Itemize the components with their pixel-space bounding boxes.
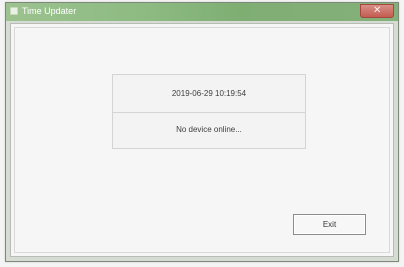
close-button[interactable]: ✕ [360,4,394,18]
client-area: 2019-06-29 10:19:54 No device online... … [10,23,394,257]
device-status-message: No device online... [176,125,242,134]
datetime-display: 2019-06-29 10:19:54 [112,74,306,114]
exit-button[interactable]: Exit [293,214,366,235]
datetime-value: 2019-06-29 10:19:54 [171,89,247,98]
app-icon [10,7,18,15]
device-status-display: No device online... [112,112,306,149]
close-icon: ✕ [373,5,382,16]
window-title: Time Updater [22,6,77,16]
exit-button-label: Exit [322,220,337,229]
app-window: Time Updater ✕ 2019-06-29 10:19:54 No de… [5,2,399,262]
title-bar[interactable]: Time Updater ✕ [6,3,398,21]
